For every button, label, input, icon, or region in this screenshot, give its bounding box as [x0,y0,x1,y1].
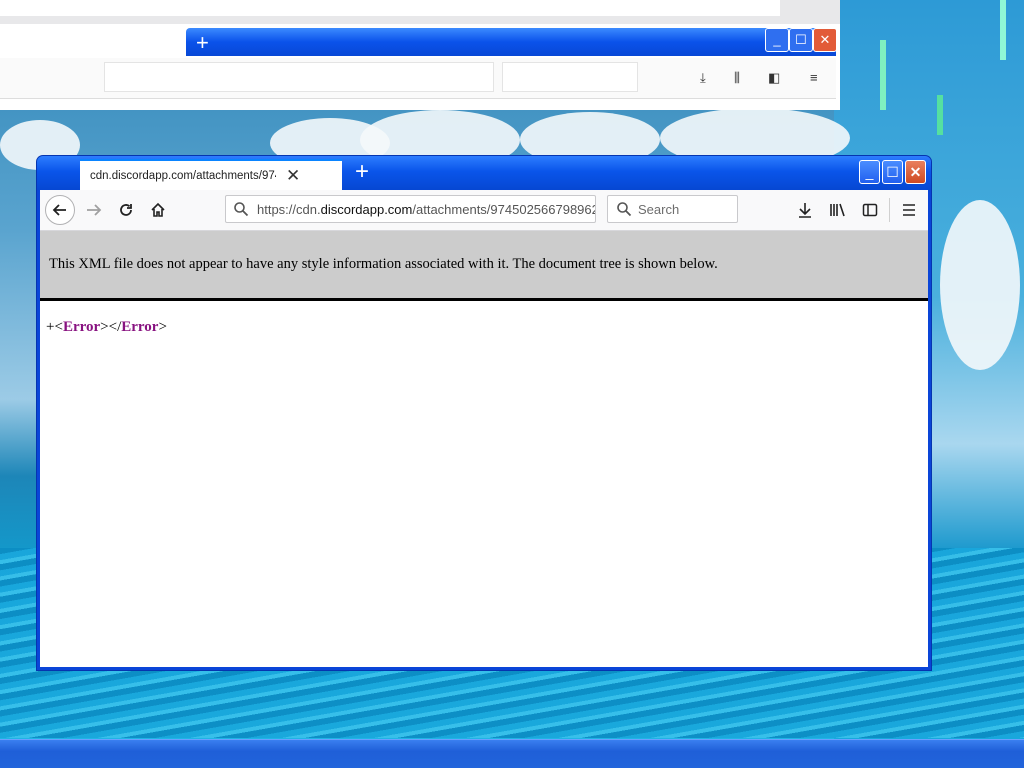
xml-style-notice: This XML file does not appear to have an… [40,231,928,301]
taskbar[interactable] [0,739,1024,768]
background-library-icon[interactable]: ⫼ [734,70,740,86]
menu-button[interactable] [894,195,924,225]
background-sidebar-icon[interactable]: ◧ [768,70,780,86]
page-content: This XML file does not appear to have an… [40,231,928,667]
back-button[interactable] [45,195,75,225]
background-maximize-button[interactable]: ☐ [789,28,813,52]
background-window-top-white [0,0,780,16]
url-text: https://cdn.discordapp.com/attachments/9… [257,201,596,217]
browser-window: cdn.discordapp.com/attachments/9745 ✕ + … [37,156,931,670]
sidebar-icon [862,203,878,217]
cloud [940,200,1020,370]
background-minimize-button[interactable]: _ [765,28,789,52]
background-menu-icon[interactable]: ≡ [810,70,818,85]
xml-style-notice-text: This XML file does not appear to have an… [49,256,718,272]
reload-icon [120,204,132,216]
url-prefix: https://cdn. [257,201,321,217]
menu-icon [903,204,915,216]
sidebar-button[interactable] [855,195,885,225]
background-window-titlebar[interactable] [186,28,836,56]
forward-arrow-icon [87,204,102,216]
tab-close-icon[interactable]: ✕ [286,166,300,186]
library-button[interactable] [823,195,853,225]
xml-open-tag: Error [62,319,101,335]
window-titlebar[interactable]: cdn.discordapp.com/attachments/9745 ✕ + … [37,156,931,190]
background-search-bar[interactable] [502,62,638,92]
tab-active[interactable]: cdn.discordapp.com/attachments/9745 ✕ [80,159,342,190]
download-icon [799,203,811,218]
home-icon [151,202,165,217]
new-tab-button[interactable]: + [349,158,375,186]
maximize-button[interactable]: ☐ [882,160,903,184]
library-icon [830,203,845,217]
forward-button[interactable] [79,195,109,225]
url-domain: discordapp.com [320,201,413,217]
close-button[interactable]: ✕ [905,160,926,184]
search-icon [617,202,632,217]
reload-button[interactable] [111,195,141,225]
toolbar-separator [889,198,890,222]
background-new-tab-button[interactable]: + [196,30,209,56]
search-bar[interactable]: Search [607,195,738,223]
glitch-line [880,40,886,110]
search-placeholder: Search [638,201,680,217]
minimize-button[interactable]: _ [859,160,880,184]
home-button[interactable] [143,195,173,225]
background-download-icon[interactable]: ⤓ [700,70,706,86]
download-button[interactable] [790,195,820,225]
xml-close-open-bracket: ></ [100,319,122,335]
xml-close-bracket: > [158,319,167,335]
glitch-line [1000,0,1006,60]
glitch-line [937,95,943,135]
url-path: /attachments/974502566798962 [412,201,596,217]
back-arrow-icon [45,195,75,225]
tab-title: cdn.discordapp.com/attachments/9745 [90,169,276,182]
xml-close-tag: Error [121,319,159,335]
background-browser-window[interactable]: + _ ☐ ✕ ⤓ ⫼ ◧ ≡ [0,0,840,110]
navigation-toolbar: https://cdn.discordapp.com/attachments/9… [40,190,928,231]
background-close-button[interactable]: ✕ [813,28,837,52]
xml-document-tree: +<Error></Error> [40,301,928,336]
search-icon [234,202,249,217]
url-bar[interactable]: https://cdn.discordapp.com/attachments/9… [225,195,596,223]
xml-open-bracket: < [54,319,63,335]
background-url-bar[interactable] [104,62,494,92]
